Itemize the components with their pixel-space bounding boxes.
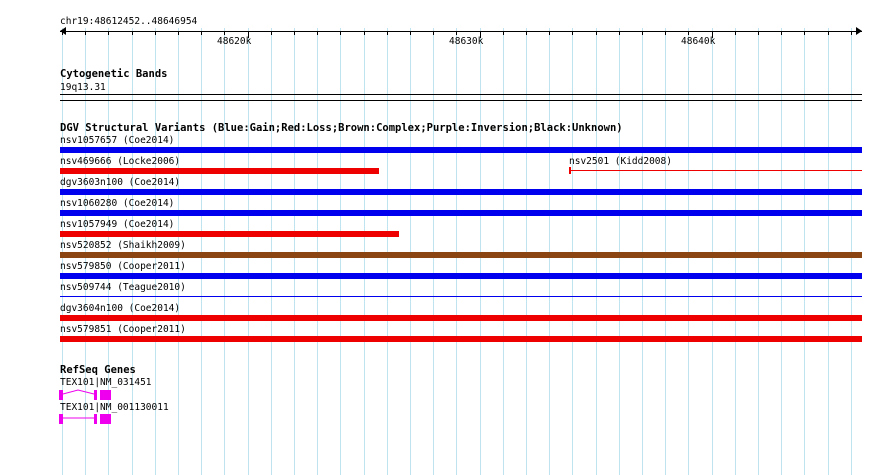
ruler-minor-tick xyxy=(619,31,620,35)
ruler-minor-tick xyxy=(294,31,295,35)
exon xyxy=(94,390,97,400)
variant-label[interactable]: nsv520852 (Shaikh2009) xyxy=(60,240,186,251)
ruler-range-label: chr19:48612452..48646954 xyxy=(60,16,198,27)
ruler-minor-tick xyxy=(108,31,109,35)
exon xyxy=(59,414,63,424)
variant-label[interactable]: nsv1060280 (Coe2014) xyxy=(60,198,174,209)
ruler-minor-tick xyxy=(642,31,643,35)
exon xyxy=(100,390,111,400)
ruler-minor-tick xyxy=(735,31,736,35)
variant-bar-complex[interactable] xyxy=(60,252,862,258)
intron xyxy=(62,389,95,395)
variant-label[interactable]: nsv469666 (Locke2006) xyxy=(60,156,180,167)
ruler-tick-label: 48620k xyxy=(217,36,252,47)
dgv-track-title[interactable]: DGV Structural Variants (Blue:Gain;Red:L… xyxy=(60,122,623,134)
ruler-minor-tick xyxy=(178,31,179,35)
ruler-minor-tick xyxy=(828,31,829,35)
variant-bar-gain[interactable] xyxy=(60,273,862,279)
variant-bar-gain[interactable] xyxy=(60,210,862,216)
ruler-minor-tick xyxy=(549,31,550,35)
ruler-minor-tick xyxy=(688,31,689,35)
ruler-minor-tick xyxy=(804,31,805,35)
variant-label[interactable]: nsv1057657 (Coe2014) xyxy=(60,135,174,146)
ruler-tick-label: 48630k xyxy=(449,36,484,47)
ruler-minor-tick xyxy=(851,31,852,35)
gene-model-nm-001130011[interactable] xyxy=(58,412,114,426)
ruler-minor-tick xyxy=(433,31,434,35)
variant-label[interactable]: nsv2501 (Kidd2008) xyxy=(569,156,672,167)
variant-label[interactable]: nsv1057949 (Coe2014) xyxy=(60,219,174,230)
ruler-minor-tick xyxy=(155,31,156,35)
variant-bar-gain[interactable] xyxy=(60,147,862,153)
ruler-minor-tick xyxy=(271,31,272,35)
exon xyxy=(100,414,111,424)
cytoband-track-title[interactable]: Cytogenetic Bands xyxy=(60,68,167,80)
exon xyxy=(94,414,97,424)
ruler-minor-tick xyxy=(364,31,365,35)
ruler-minor-tick xyxy=(781,31,782,35)
ruler-minor-tick xyxy=(201,31,202,35)
scroll-left-arrow-icon[interactable] xyxy=(60,27,66,35)
ruler-minor-tick xyxy=(62,31,63,35)
variant-bar-loss[interactable] xyxy=(60,168,379,174)
ruler-minor-tick xyxy=(340,31,341,35)
ruler-minor-tick xyxy=(526,31,527,35)
refseq-track-title[interactable]: RefSeq Genes xyxy=(60,364,136,376)
variant-label[interactable]: nsv579850 (Cooper2011) xyxy=(60,261,186,272)
ruler-axis-line xyxy=(60,31,862,32)
ruler-minor-tick xyxy=(410,31,411,35)
variant-bar-loss[interactable] xyxy=(60,315,862,321)
cytoband-label: 19q13.31 xyxy=(60,82,106,93)
genome-browser-panel: chr19:48612452..48646954 48620k 48630k 4… xyxy=(0,0,890,475)
ruler-minor-tick xyxy=(132,31,133,35)
variant-bar-gain[interactable] xyxy=(60,296,862,297)
ruler-minor-tick xyxy=(665,31,666,35)
variant-end-tick xyxy=(569,167,571,174)
ruler-minor-tick xyxy=(596,31,597,35)
cytoband-band-bottom xyxy=(60,100,862,101)
variant-bar-loss[interactable] xyxy=(569,170,862,171)
ruler-minor-tick xyxy=(503,31,504,35)
variant-label[interactable]: nsv509744 (Teague2010) xyxy=(60,282,186,293)
ruler-minor-tick xyxy=(224,31,225,35)
gene-model-nm-031451[interactable] xyxy=(58,388,114,402)
variant-label[interactable]: dgv3603n100 (Coe2014) xyxy=(60,177,180,188)
ruler-minor-tick xyxy=(456,31,457,35)
ruler-minor-tick xyxy=(758,31,759,35)
ruler-tick-label: 48640k xyxy=(681,36,716,47)
gene-label[interactable]: TEX101|NM_031451 xyxy=(60,377,152,388)
variant-bar-gain[interactable] xyxy=(60,189,862,195)
ruler-minor-tick xyxy=(572,31,573,35)
ruler-minor-tick xyxy=(387,31,388,35)
exon xyxy=(59,390,63,400)
ruler-minor-tick xyxy=(85,31,86,35)
cytoband-band-top xyxy=(60,94,862,95)
variant-label[interactable]: dgv3604n100 (Coe2014) xyxy=(60,303,180,314)
variant-bar-loss[interactable] xyxy=(60,231,399,237)
variant-label[interactable]: nsv579851 (Cooper2011) xyxy=(60,324,186,335)
scroll-right-arrow-icon[interactable] xyxy=(856,27,862,35)
variant-bar-loss[interactable] xyxy=(60,336,862,342)
ruler-minor-tick xyxy=(317,31,318,35)
